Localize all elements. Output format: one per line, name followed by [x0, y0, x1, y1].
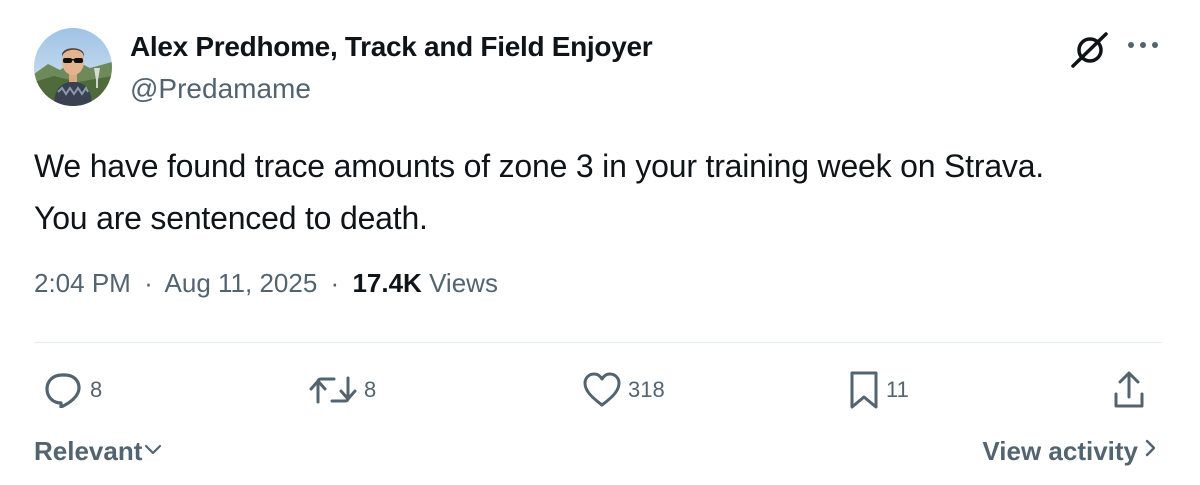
sort-label: Relevant	[34, 436, 143, 466]
tweet-text-line-2: You are sentenced to death.	[34, 200, 428, 236]
view-activity-label: View activity	[982, 436, 1138, 466]
author-name[interactable]: Alex Predhome, Track and Field Enjoyer	[130, 31, 653, 63]
tweet-text-line-1: We have found trace amounts of zone 3 in…	[34, 148, 1045, 184]
author-handle[interactable]: @Predamame	[130, 73, 311, 105]
share-button[interactable]	[1112, 370, 1146, 410]
tweet-meta: 2:04 PM · Aug 11, 2025 · 17.4K Views	[34, 268, 498, 299]
share-icon	[1112, 370, 1146, 410]
retweet-button[interactable]: 8	[308, 370, 376, 410]
sort-replies-dropdown[interactable]: Relevant	[34, 436, 164, 467]
views-count: 17.4K	[352, 268, 422, 298]
like-icon	[582, 372, 622, 408]
avatar[interactable]	[34, 28, 112, 106]
view-activity-link[interactable]: View activity	[982, 436, 1160, 467]
tweet-card: Alex Predhome, Track and Field Enjoyer @…	[0, 0, 1200, 485]
chevron-right-icon	[1142, 436, 1160, 467]
retweet-icon	[308, 372, 358, 408]
like-count: 318	[628, 377, 665, 402]
like-button[interactable]: 318	[582, 370, 665, 410]
grok-icon[interactable]	[1068, 30, 1112, 70]
tweet-time[interactable]: 2:04 PM	[34, 268, 131, 298]
tweet-text: We have found trace amounts of zone 3 in…	[34, 140, 1164, 244]
meta-separator: ·	[330, 268, 340, 298]
avatar-photo	[34, 28, 112, 106]
chevron-down-icon	[142, 436, 164, 467]
retweet-count: 8	[364, 377, 377, 402]
tweet-date[interactable]: Aug 11, 2025	[165, 268, 318, 298]
divider	[34, 342, 1162, 343]
bookmark-icon	[848, 370, 880, 410]
reply-button[interactable]: 8	[44, 370, 102, 410]
more-icon[interactable]	[1126, 38, 1160, 52]
reply-icon	[44, 372, 84, 408]
reply-count: 8	[90, 377, 103, 402]
meta-separator: ·	[144, 268, 153, 298]
bookmark-count: 11	[886, 377, 909, 402]
bookmark-button[interactable]: 11	[848, 370, 909, 410]
views-label: Views	[429, 268, 498, 298]
